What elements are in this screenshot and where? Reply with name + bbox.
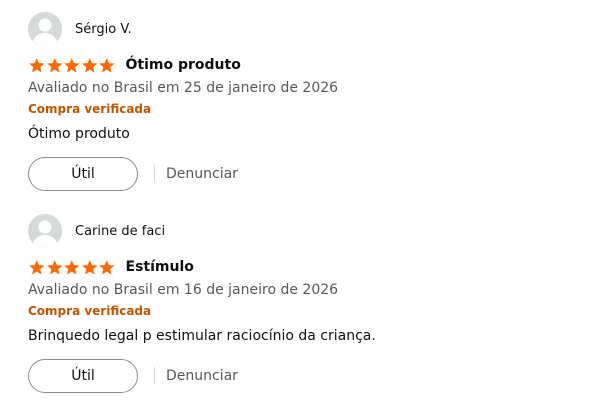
- user-silhouette-icon: [28, 214, 62, 248]
- star-rating[interactable]: [28, 258, 116, 276]
- review-card: Carine de faci Estímulo Avaliado no Bras…: [28, 214, 598, 393]
- review-profile[interactable]: Sérgio V.: [28, 12, 598, 46]
- verified-purchase-badge[interactable]: Compra verificada: [28, 102, 598, 118]
- avatar: [28, 214, 62, 248]
- star-icon: [46, 259, 62, 275]
- divider: [154, 165, 155, 182]
- star-rating[interactable]: [28, 56, 116, 74]
- star-icon: [81, 57, 97, 73]
- star-icon: [64, 57, 80, 73]
- report-link[interactable]: Denunciar: [166, 368, 238, 384]
- user-silhouette-icon: [28, 12, 62, 46]
- review-title[interactable]: Ótimo produto: [126, 57, 241, 73]
- divider: [154, 367, 155, 384]
- rating-row: Estímulo: [28, 257, 598, 277]
- report-link[interactable]: Denunciar: [166, 166, 238, 182]
- reviewer-name[interactable]: Carine de faci: [75, 224, 165, 239]
- avatar: [28, 12, 62, 46]
- review-actions: Útil Denunciar: [28, 156, 598, 191]
- star-icon: [29, 259, 45, 275]
- review-body: Ótimo produto: [28, 126, 130, 142]
- helpful-button[interactable]: Útil: [28, 358, 138, 393]
- review-profile[interactable]: Carine de faci: [28, 214, 598, 248]
- reviewer-name[interactable]: Sérgio V.: [75, 22, 132, 37]
- review-date: Avaliado no Brasil em 16 de janeiro de 2…: [28, 282, 339, 298]
- review-actions: Útil Denunciar: [28, 358, 598, 393]
- review-title[interactable]: Estímulo: [126, 259, 194, 275]
- star-icon: [81, 259, 97, 275]
- review-card: Sérgio V. Ótimo produto Avaliado no Bras…: [28, 12, 598, 191]
- review-body: Brinquedo legal p estimular raciocínio d…: [28, 328, 376, 344]
- verified-purchase-badge[interactable]: Compra verificada: [28, 304, 598, 320]
- star-icon: [64, 259, 80, 275]
- rating-row: Ótimo produto: [28, 55, 598, 75]
- helpful-button[interactable]: Útil: [28, 156, 138, 191]
- review-date: Avaliado no Brasil em 25 de janeiro de 2…: [28, 80, 339, 96]
- star-icon: [46, 57, 62, 73]
- star-icon: [99, 57, 115, 73]
- star-icon: [29, 57, 45, 73]
- star-icon: [99, 259, 115, 275]
